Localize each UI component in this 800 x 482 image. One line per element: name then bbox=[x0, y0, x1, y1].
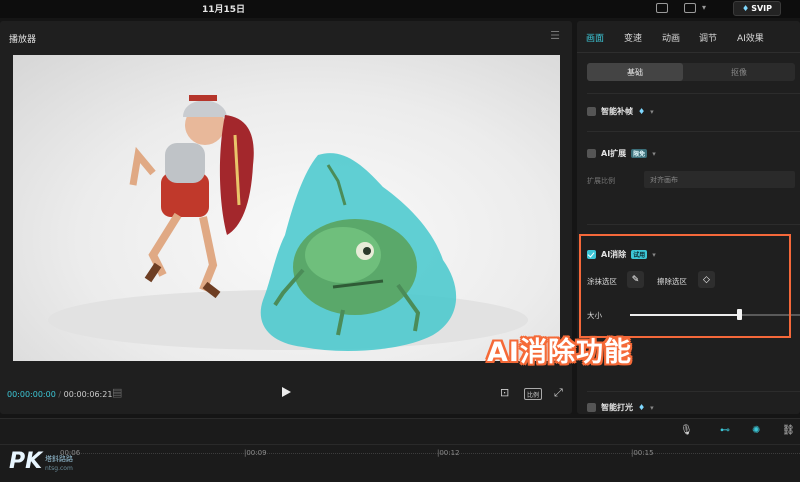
smart-fill-row[interactable]: 智能补帧 ♦ ▾ bbox=[587, 106, 654, 117]
divider bbox=[587, 131, 800, 132]
link-clips-icon[interactable]: ⊷ bbox=[720, 425, 730, 436]
highlight-box bbox=[579, 234, 791, 338]
timeline-panel: 🎙 ⊷ ✺ ⛓ 00:06 |00:09 |00:12 |00:15 bbox=[0, 418, 800, 482]
chevron-down-icon[interactable]: ▾ bbox=[702, 3, 706, 12]
expand-ratio-select[interactable]: 对齐画布 bbox=[644, 171, 795, 188]
player-title: 播放器 bbox=[9, 35, 37, 45]
current-time: 00:00:00:00 bbox=[7, 390, 56, 399]
watermark-line1: 塔鈄路路 bbox=[45, 455, 73, 463]
video-preview[interactable] bbox=[13, 55, 560, 361]
grid-icon[interactable]: ▤ bbox=[112, 386, 122, 399]
expand-ratio-label: 扩展比例 bbox=[587, 177, 615, 185]
screenshot-icon[interactable]: ⊡ bbox=[500, 386, 509, 399]
microphone-icon[interactable]: 🎙 bbox=[680, 425, 693, 436]
diamond-icon: ♦ bbox=[742, 4, 750, 13]
watermark-line2: ntsg.com bbox=[45, 465, 73, 472]
ruler-mark: |00:09 bbox=[244, 449, 267, 457]
tab-speed[interactable]: 变速 bbox=[624, 31, 642, 44]
divider bbox=[587, 93, 800, 94]
ai-expand-checkbox[interactable] bbox=[587, 149, 596, 158]
timeline-toolbar: 🎙 ⊷ ✺ ⛓ bbox=[0, 419, 800, 445]
chevron-down-icon[interactable]: ▾ bbox=[650, 404, 654, 412]
annotation-caption: AI消除功能 bbox=[487, 337, 632, 368]
watermark-logo: PK bbox=[9, 449, 42, 474]
smart-light-row[interactable]: 智能打光 ♦ ▾ bbox=[587, 402, 654, 413]
svip-button[interactable]: ♦ SVIP bbox=[733, 1, 781, 16]
shortcut-icon[interactable] bbox=[656, 3, 668, 13]
divider bbox=[587, 391, 800, 392]
date-label: 11月15日 bbox=[202, 5, 246, 15]
diamond-icon: ♦ bbox=[638, 403, 646, 412]
ruler-mark: |00:12 bbox=[437, 449, 460, 457]
ai-expand-row[interactable]: AI扩展 限免 ▾ bbox=[587, 148, 656, 159]
smart-fill-checkbox[interactable] bbox=[587, 107, 596, 116]
timecode: 00:00:00:00 / 00:00:06:21 bbox=[7, 390, 112, 399]
title-bar: 11月15日 ▾ ♦ SVIP bbox=[0, 0, 800, 18]
layout-icon[interactable] bbox=[684, 3, 696, 13]
smart-fill-label: 智能补帧 bbox=[601, 107, 633, 116]
diamond-icon: ♦ bbox=[638, 107, 646, 116]
chevron-down-icon[interactable]: ▾ bbox=[650, 108, 654, 116]
tab-ai-effects[interactable]: AI效果 bbox=[737, 31, 764, 44]
ruler-line bbox=[60, 453, 800, 454]
ai-expand-label: AI扩展 bbox=[601, 149, 627, 158]
chevron-down-icon[interactable]: ▾ bbox=[652, 150, 656, 158]
ratio-button[interactable]: 比例 bbox=[524, 388, 542, 400]
tab-adjust[interactable]: 调节 bbox=[699, 31, 717, 44]
video-frame-graphic bbox=[48, 95, 528, 351]
svip-label: SVIP bbox=[751, 4, 772, 13]
free-badge: 限免 bbox=[631, 149, 648, 158]
play-button[interactable] bbox=[282, 387, 291, 397]
tab-animation[interactable]: 动画 bbox=[662, 31, 680, 44]
smart-light-label: 智能打光 bbox=[601, 403, 633, 412]
fullscreen-icon[interactable]: ⤢ bbox=[554, 386, 563, 400]
ruler-mark: |00:15 bbox=[631, 449, 654, 457]
property-tabs: 画面 变速 动画 调节 AI效果 bbox=[577, 21, 800, 53]
segment-cutout[interactable]: 抠像 bbox=[691, 63, 787, 81]
tab-picture[interactable]: 画面 bbox=[586, 31, 604, 44]
segment-basic[interactable]: 基础 bbox=[587, 63, 683, 81]
chain-icon[interactable]: ⛓ bbox=[782, 425, 795, 436]
divider bbox=[587, 224, 800, 225]
smart-light-checkbox[interactable] bbox=[587, 403, 596, 412]
menu-icon[interactable]: ☰ bbox=[550, 29, 560, 42]
logo-text: PK bbox=[9, 449, 43, 474]
snap-icon[interactable]: ✺ bbox=[752, 425, 760, 436]
segment-control: 基础 抠像 bbox=[587, 63, 795, 81]
total-time: 00:00:06:21 bbox=[63, 390, 113, 399]
